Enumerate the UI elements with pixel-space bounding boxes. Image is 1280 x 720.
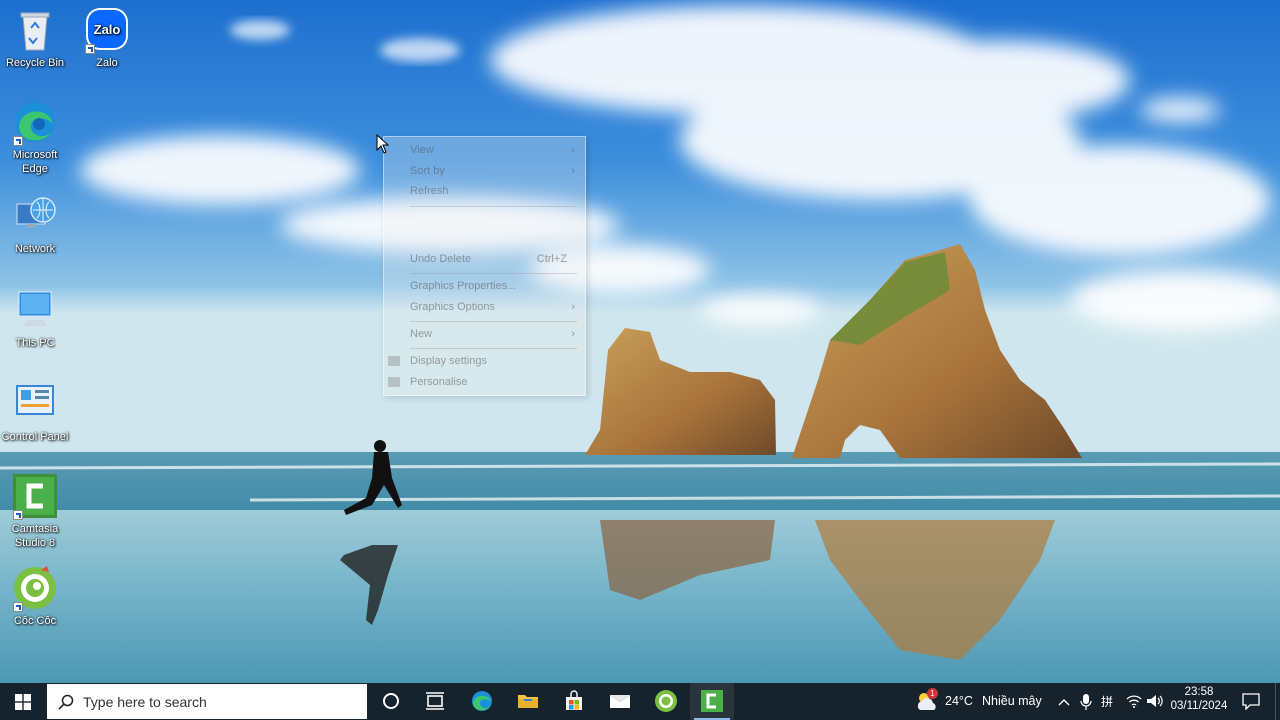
coc-coc-icon bbox=[11, 564, 59, 612]
zalo-logo-text: Zalo bbox=[94, 22, 121, 37]
coc-coc-icon bbox=[655, 690, 677, 712]
desktop-icon-label: Microsoft Edge bbox=[12, 149, 58, 175]
display-icon bbox=[388, 356, 400, 366]
folder-icon bbox=[518, 695, 538, 708]
desktop-icon-this-pc[interactable]: This PC bbox=[0, 286, 70, 350]
menu-item-label: Sort by bbox=[410, 165, 445, 177]
context-menu-item-display-settings[interactable]: Display settings bbox=[388, 352, 575, 370]
context-menu-item-graphics-properties[interactable]: Graphics Properties... bbox=[410, 277, 575, 295]
menu-item-label: Undo Delete bbox=[410, 253, 472, 265]
clock[interactable]: 23:58 03/11/2024 bbox=[1168, 683, 1230, 720]
taskbar-app-camtasia[interactable] bbox=[690, 683, 734, 720]
microphone-icon[interactable] bbox=[1080, 693, 1092, 711]
taskbar-app-microsoft-store[interactable] bbox=[552, 683, 596, 720]
desktop-wallpaper bbox=[0, 0, 1280, 683]
desktop-icon-label: Recycle Bin bbox=[5, 57, 65, 69]
desktop-context-menu[interactable]: View › Sort by › Refresh Undo Delete Ctr… bbox=[383, 136, 586, 396]
desktop-icon-label: Camtasia Studio 8 bbox=[11, 523, 59, 549]
control-panel-icon bbox=[11, 380, 59, 428]
menu-item-label: Graphics Options bbox=[410, 301, 495, 313]
clock-date: 03/11/2024 bbox=[1170, 700, 1228, 712]
context-menu-item-personalise[interactable]: Personalise bbox=[388, 373, 575, 391]
weather-widget[interactable]: 1 24°C Nhiều mây bbox=[912, 683, 1048, 720]
taskbar-app-file-explorer[interactable] bbox=[506, 683, 550, 720]
menu-item-label: Display settings bbox=[410, 355, 488, 367]
context-menu-item-sort-by[interactable]: Sort by › bbox=[410, 162, 575, 180]
edge-icon bbox=[472, 691, 492, 711]
desktop-icon-microsoft-edge[interactable]: Microsoft Edge bbox=[0, 98, 70, 176]
input-method-indicator[interactable]: 拼 bbox=[1101, 693, 1113, 710]
desktop-icon-zalo[interactable]: Zalo Zalo bbox=[72, 6, 142, 70]
menu-item-shortcut: Ctrl+Z bbox=[536, 253, 567, 265]
task-view-button[interactable] bbox=[413, 683, 457, 720]
chevron-right-icon: › bbox=[571, 144, 575, 156]
windows-logo-icon bbox=[15, 694, 31, 710]
edge-icon bbox=[11, 98, 59, 146]
desktop-icon-recycle-bin[interactable]: Recycle Bin bbox=[0, 6, 70, 70]
chevron-right-icon: › bbox=[571, 165, 575, 177]
desktop-icon-label: Control Panel bbox=[1, 431, 69, 443]
start-button[interactable] bbox=[0, 683, 46, 720]
menu-item-label: Personalise bbox=[410, 376, 468, 388]
desktop-icon-control-panel[interactable]: Control Panel bbox=[0, 380, 70, 444]
chevron-right-icon: › bbox=[571, 328, 575, 340]
speaker-volume-icon[interactable] bbox=[1146, 694, 1164, 708]
weather-condition: Nhiều mây bbox=[982, 694, 1042, 708]
taskbar-app-coc-coc[interactable] bbox=[644, 683, 688, 720]
search-placeholder: Type here to search bbox=[83, 694, 207, 710]
weather-badge: 1 bbox=[927, 688, 938, 699]
shortcut-arrow-icon bbox=[13, 510, 23, 520]
desktop-icon-label: Network bbox=[14, 243, 56, 255]
mouse-pointer-icon bbox=[376, 134, 390, 154]
menu-item-label: View bbox=[410, 144, 434, 156]
computer-icon bbox=[11, 286, 59, 334]
mail-icon bbox=[610, 695, 630, 708]
search-icon bbox=[58, 694, 74, 710]
menu-divider bbox=[410, 321, 577, 322]
context-menu-item-refresh[interactable]: Refresh bbox=[410, 182, 575, 200]
menu-divider bbox=[410, 273, 577, 274]
taskbar: Type here to search 1 24°C Nhiều mây 拼 2… bbox=[0, 683, 1280, 720]
task-view-icon bbox=[426, 692, 444, 710]
recycle-bin-icon bbox=[11, 6, 59, 54]
store-bag-icon bbox=[566, 690, 582, 710]
cortana-circle-icon bbox=[383, 693, 399, 709]
menu-divider bbox=[410, 348, 577, 349]
menu-item-label: Graphics Properties... bbox=[410, 280, 517, 292]
shortcut-arrow-icon bbox=[85, 44, 95, 54]
menu-item-label: New bbox=[410, 328, 433, 340]
notification-center-icon[interactable] bbox=[1242, 692, 1260, 710]
cortana-button[interactable] bbox=[369, 683, 413, 720]
taskbar-search-box[interactable]: Type here to search bbox=[47, 684, 367, 719]
camtasia-icon bbox=[701, 690, 723, 712]
desktop-icon-coc-coc[interactable]: Cốc Cốc bbox=[0, 564, 70, 628]
context-menu-item-view[interactable]: View › bbox=[410, 141, 575, 159]
desktop-icon-label: Cốc Cốc bbox=[13, 615, 57, 627]
shortcut-arrow-icon bbox=[13, 136, 23, 146]
taskbar-app-edge[interactable] bbox=[460, 683, 504, 720]
network-icon bbox=[11, 192, 59, 240]
camtasia-icon bbox=[11, 472, 59, 520]
context-menu-item-graphics-options[interactable]: Graphics Options › bbox=[410, 298, 575, 316]
clock-time: 23:58 bbox=[1184, 686, 1214, 698]
desktop-icon-label: Zalo bbox=[96, 57, 118, 69]
chevron-up-icon[interactable] bbox=[1058, 697, 1070, 707]
shortcut-arrow-icon bbox=[13, 602, 23, 612]
personalise-icon bbox=[388, 377, 400, 387]
weather-temperature: 24°C bbox=[945, 694, 973, 708]
chevron-right-icon: › bbox=[571, 301, 575, 313]
context-menu-item-new[interactable]: New › bbox=[410, 325, 575, 343]
menu-divider bbox=[410, 206, 577, 207]
wifi-icon[interactable] bbox=[1126, 694, 1142, 708]
show-desktop-button[interactable] bbox=[1275, 683, 1280, 720]
taskbar-app-mail[interactable] bbox=[598, 683, 642, 720]
desktop-icon-label: This PC bbox=[15, 337, 55, 349]
context-menu-item-undo-delete[interactable]: Undo Delete Ctrl+Z bbox=[410, 250, 575, 268]
desktop-icon-network[interactable]: Network bbox=[0, 192, 70, 256]
zalo-icon: Zalo bbox=[83, 6, 131, 54]
desktop-icon-camtasia[interactable]: Camtasia Studio 8 bbox=[0, 472, 70, 550]
menu-item-label: Refresh bbox=[410, 185, 449, 197]
